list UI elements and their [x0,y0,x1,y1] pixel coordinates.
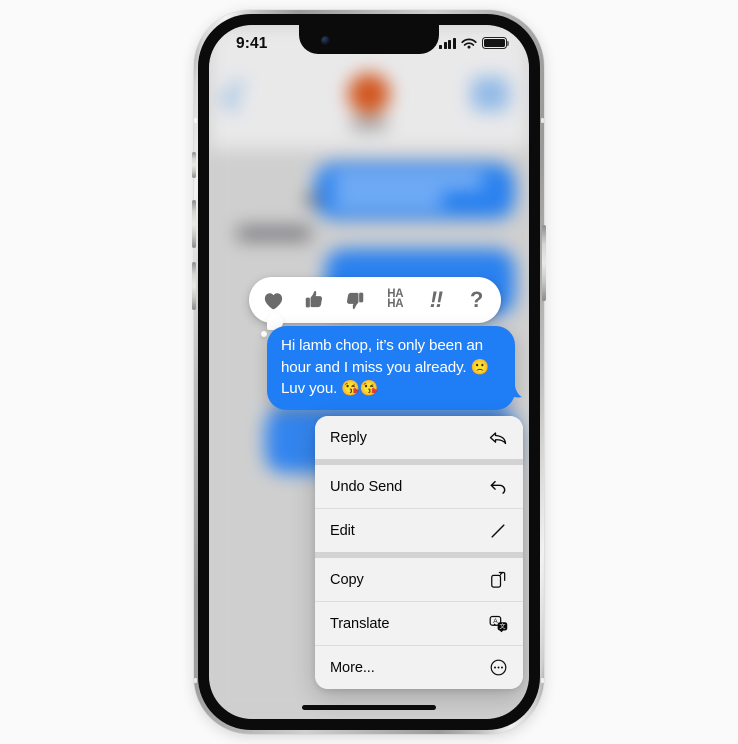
heart-icon [263,291,284,310]
reply-arrow-icon [487,427,509,449]
question-icon: ? [469,286,484,312]
wifi-icon [461,37,477,49]
translate-icon: A 文 [487,613,509,635]
screenshot-canvas: HA HA ‼ ? Hi lamb chop, it’s only been an… [0,0,738,744]
message-line-3-text: Luv you. [281,380,342,397]
selected-message-bubble[interactable]: Hi lamb chop, it’s only been an hour and… [267,326,515,410]
kissing-face-emoji: 😘😘 [341,380,379,397]
context-menu-item-edit[interactable]: Edit [315,509,523,552]
tapback-thumbs-up[interactable] [299,285,329,315]
context-menu-item-translate[interactable]: Translate A 文 [315,602,523,645]
context-menu-label: Edit [330,522,355,539]
message-bubble-tail [500,377,522,398]
context-menu-label: Reply [330,429,367,446]
context-menu-item-reply[interactable]: Reply [315,416,523,459]
display-notch [299,25,439,54]
svg-text:文: 文 [499,623,505,631]
message-line-2-text: hour and I miss you already. [281,358,471,376]
frowning-face-emoji: 🙁 [470,358,490,376]
antenna-line [541,678,544,683]
context-menu-item-copy[interactable]: Copy [315,558,523,601]
phone-screen: HA HA ‼ ? Hi lamb chop, it’s only been an… [209,25,529,719]
svg-text:A: A [493,618,498,625]
silent-switch-button[interactable] [192,152,196,178]
tapback-reaction-bar[interactable]: HA HA ‼ ? [249,277,501,337]
antenna-line [541,118,544,123]
context-menu-label: More... [330,659,375,676]
status-bar-time: 9:41 [236,35,268,52]
ellipsis-circle-icon [487,657,509,679]
context-menu-label: Undo Send [330,478,403,495]
tapback-question[interactable]: ? [462,285,492,315]
antenna-line [194,118,197,123]
foreground-layer: HA HA ‼ ? Hi lamb chop, it’s only been an… [209,25,529,719]
tapback-thumbs-down[interactable] [340,285,370,315]
status-bar-indicators [439,37,510,49]
context-menu-label: Translate [330,615,390,632]
tapback-heart[interactable] [258,285,288,315]
context-menu-item-more[interactable]: More... [315,646,523,689]
tapback-bar-tail-dot [261,331,267,337]
battery-full-icon [482,37,510,49]
pencil-icon [487,520,509,542]
side-power-button[interactable] [542,225,546,301]
tapback-exclamation[interactable]: ‼ [421,285,451,315]
copy-documents-icon [487,569,509,591]
cellular-signal-icon [439,37,456,49]
context-menu-label: Copy [330,571,364,588]
home-indicator[interactable] [302,705,436,710]
thumbs-down-icon [344,289,366,311]
message-context-menu[interactable]: Reply Undo Send Edit Copy Translate A 文 … [315,416,523,689]
volume-down-button[interactable] [192,262,196,310]
haha-icon: HA HA [387,288,404,310]
undo-arrow-icon [487,476,509,498]
thumbs-up-icon [303,289,325,311]
message-line-1: Hi lamb chop, it’s only been an [281,337,483,354]
volume-up-button[interactable] [192,200,196,248]
tapback-haha[interactable]: HA HA [380,285,410,315]
exclamation-icon: ‼ [429,286,443,312]
context-menu-item-undo-send[interactable]: Undo Send [315,465,523,508]
antenna-line [194,678,197,683]
front-camera-icon [321,36,330,45]
